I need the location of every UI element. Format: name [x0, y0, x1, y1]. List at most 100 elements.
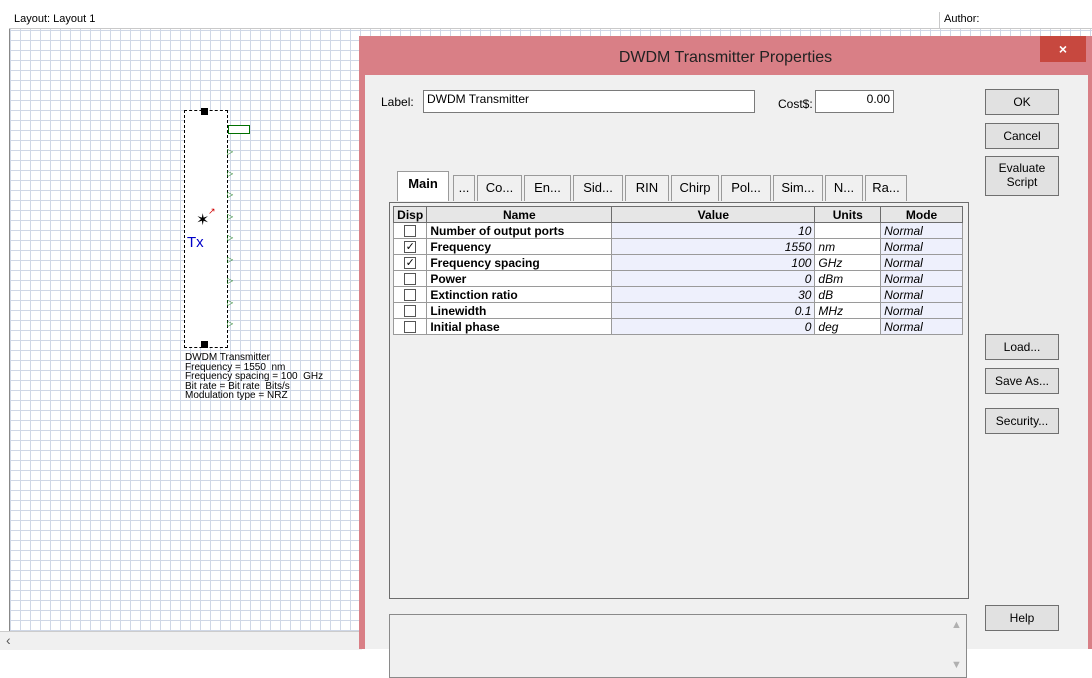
- param-name: Extinction ratio: [426, 286, 613, 303]
- header-name[interactable]: Name: [426, 206, 613, 223]
- output-port-2[interactable]: ▷: [227, 148, 233, 156]
- disp-cell[interactable]: ✓: [392, 254, 428, 271]
- tab-chirp[interactable]: Chirp: [671, 175, 719, 201]
- param-value[interactable]: 0.1: [611, 302, 816, 319]
- parameter-table-panel: Disp Name Value Units Mode Number of out…: [389, 202, 969, 599]
- help-button[interactable]: Help: [985, 605, 1059, 631]
- table-row[interactable]: Number of output ports 10 Normal: [392, 222, 963, 239]
- component-description: DWDM Transmitter Frequency = 1550 nm Fre…: [185, 352, 324, 401]
- dialog-title: DWDM Transmitter Properties: [618, 49, 833, 66]
- param-units: GHz: [814, 254, 882, 271]
- output-port-3[interactable]: ▷: [227, 169, 233, 178]
- close-icon[interactable]: ×: [1040, 36, 1086, 62]
- param-mode[interactable]: Normal: [880, 254, 963, 271]
- tab-main[interactable]: Main: [397, 171, 449, 201]
- param-name: Linewidth: [426, 302, 613, 319]
- table-row[interactable]: ✓ Frequency 1550 nm Normal: [392, 238, 963, 255]
- output-port-6[interactable]: ▷: [227, 234, 233, 242]
- param-mode[interactable]: Normal: [880, 318, 963, 335]
- output-port-5[interactable]: ▷: [227, 212, 233, 221]
- disp-cell[interactable]: [392, 222, 428, 239]
- param-value[interactable]: 0: [611, 318, 816, 335]
- tab-more[interactable]: ...: [453, 175, 475, 201]
- table-row[interactable]: Initial phase 0 deg Normal: [392, 318, 963, 335]
- evaluate-script-label-2: Script: [1006, 175, 1038, 189]
- script-message-box[interactable]: ▲ ▼: [389, 614, 967, 678]
- tab-n[interactable]: N...: [825, 175, 863, 201]
- param-units: dB: [814, 286, 882, 303]
- param-mode[interactable]: Normal: [880, 222, 963, 239]
- param-mode[interactable]: Normal: [880, 302, 963, 319]
- param-value[interactable]: 10: [611, 222, 816, 239]
- check-icon[interactable]: ✓: [404, 241, 417, 254]
- cost-input[interactable]: 0.00: [815, 90, 894, 113]
- cost-caption: Cost$:: [778, 97, 813, 111]
- param-units: nm: [814, 238, 882, 255]
- param-value[interactable]: 30: [611, 286, 816, 303]
- save-as-button[interactable]: Save As...: [985, 368, 1059, 394]
- param-value[interactable]: 100: [611, 254, 816, 271]
- param-mode[interactable]: Normal: [880, 270, 963, 287]
- disp-cell[interactable]: ✓: [392, 238, 428, 255]
- table-row[interactable]: Extinction ratio 30 dB Normal: [392, 286, 963, 303]
- tab-pol[interactable]: Pol...: [721, 175, 771, 201]
- parameter-table: Disp Name Value Units Mode Number of out…: [392, 206, 963, 335]
- window-top-frame: [0, 0, 1092, 12]
- component-type-label: Tx: [187, 234, 204, 251]
- chevron-down-icon[interactable]: ▼: [951, 659, 962, 671]
- tab-ra[interactable]: Ra...: [865, 175, 907, 201]
- param-name: Number of output ports: [426, 222, 613, 239]
- param-units: dBm: [814, 270, 882, 287]
- output-port-8[interactable]: ▷: [227, 277, 233, 285]
- output-port-4[interactable]: ▷: [227, 191, 233, 199]
- tab-sim[interactable]: Sim...: [773, 175, 823, 201]
- param-name: Frequency: [426, 238, 613, 255]
- param-mode[interactable]: Normal: [880, 286, 963, 303]
- output-port-1[interactable]: [228, 125, 250, 134]
- param-value[interactable]: 1550: [611, 238, 816, 255]
- label-input[interactable]: DWDM Transmitter: [423, 90, 755, 113]
- chevron-up-icon[interactable]: ▲: [951, 619, 962, 631]
- param-name: Power: [426, 270, 613, 287]
- load-button[interactable]: Load...: [985, 334, 1059, 360]
- header-value[interactable]: Value: [611, 206, 816, 223]
- disp-cell[interactable]: [392, 318, 428, 335]
- header-units[interactable]: Units: [814, 206, 882, 223]
- output-port-7[interactable]: ▷: [227, 255, 233, 264]
- layout-title: Layout: Layout 1: [14, 13, 96, 25]
- security-button[interactable]: Security...: [985, 408, 1059, 434]
- window-left-frame: [0, 12, 10, 649]
- properties-dialog: DWDM Transmitter Properties × Label: DWD…: [359, 36, 1092, 678]
- cancel-button[interactable]: Cancel: [985, 123, 1059, 149]
- table-row[interactable]: ✓ Frequency spacing 100 GHz Normal: [392, 254, 963, 271]
- top-port-handle[interactable]: [201, 108, 208, 115]
- tab-rin[interactable]: RIN: [625, 175, 669, 201]
- checkbox-empty[interactable]: [404, 225, 417, 238]
- checkbox-empty[interactable]: [404, 273, 417, 286]
- tab-sid[interactable]: Sid...: [573, 175, 623, 201]
- checkbox-empty[interactable]: [404, 321, 417, 334]
- checkbox-empty[interactable]: [404, 289, 417, 302]
- bottom-port-handle[interactable]: [201, 341, 208, 348]
- disp-cell[interactable]: [392, 286, 428, 303]
- check-icon[interactable]: ✓: [404, 257, 417, 270]
- evaluate-script-label-1: Evaluate: [998, 161, 1046, 175]
- horizontal-scrollbar[interactable]: [0, 631, 362, 650]
- tab-co[interactable]: Co...: [477, 175, 522, 201]
- checkbox-empty[interactable]: [404, 305, 417, 318]
- evaluate-script-button[interactable]: Evaluate Script: [985, 156, 1059, 196]
- table-row[interactable]: Power 0 dBm Normal: [392, 270, 963, 287]
- table-row[interactable]: Linewidth 0.1 MHz Normal: [392, 302, 963, 319]
- param-value[interactable]: 0: [611, 270, 816, 287]
- disp-cell[interactable]: [392, 302, 428, 319]
- header-disp[interactable]: Disp: [392, 206, 428, 223]
- chevron-left-icon[interactable]: ‹: [6, 632, 11, 648]
- ok-button[interactable]: OK: [985, 89, 1059, 115]
- disp-cell[interactable]: [392, 270, 428, 287]
- tab-en[interactable]: En...: [524, 175, 571, 201]
- output-port-10[interactable]: ▷: [227, 320, 233, 328]
- output-port-9[interactable]: ▷: [227, 298, 233, 307]
- param-mode[interactable]: Normal: [880, 238, 963, 255]
- emission-arrow-icon: ↗: [208, 206, 216, 216]
- header-mode[interactable]: Mode: [880, 206, 963, 223]
